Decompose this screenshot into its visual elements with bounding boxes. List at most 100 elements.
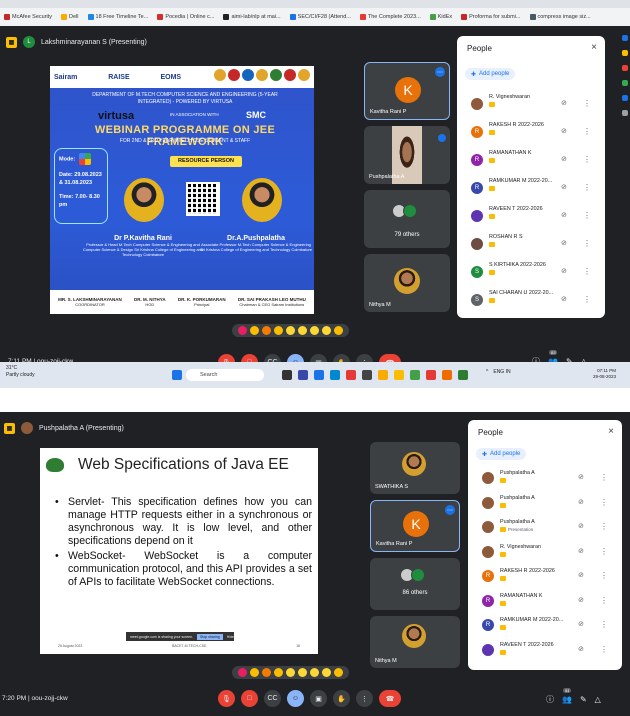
bookmark-item[interactable]: 18 Free Timeline Te... xyxy=(87,14,148,20)
participant-row[interactable]: ROSHAN R S ⊘ ⋮ xyxy=(457,230,605,258)
participant-row[interactable]: R RAMKUMAR M 2022-20... ⊘ ⋮ xyxy=(457,174,605,202)
app-icon[interactable] xyxy=(314,370,324,380)
participant-row[interactable]: Pushpalatha A ⊘ ⋮ xyxy=(468,466,622,491)
bookmark-item[interactable]: The Complete 2023... xyxy=(359,14,421,20)
people-icon[interactable]: 👥 91 xyxy=(562,688,572,704)
participant-row[interactable]: Pushpalatha A ⊘ ⋮ xyxy=(468,491,622,516)
others-tile[interactable]: 86 others xyxy=(370,558,460,610)
laugh-icon[interactable] xyxy=(286,668,295,677)
close-icon[interactable]: × xyxy=(591,42,597,53)
more-options-icon[interactable]: ⋮ xyxy=(600,572,608,580)
activities-icon[interactable]: △ xyxy=(595,695,601,704)
more-options-icon[interactable]: ⋮ xyxy=(583,128,591,136)
app-icon[interactable] xyxy=(298,370,308,380)
more-options-icon[interactable]: ⋮ xyxy=(600,645,608,654)
participant-row[interactable]: S S KIRTHIKA 2022-2026 ⊘ ⋮ xyxy=(457,258,605,286)
mic-off-icon[interactable]: ⊘ xyxy=(578,523,586,531)
more-options-icon[interactable]: ⋮ xyxy=(600,498,608,507)
app-icon[interactable] xyxy=(282,370,292,380)
more-options-icon[interactable]: ⋮ xyxy=(583,268,591,276)
party-icon[interactable] xyxy=(262,326,271,335)
clap-icon[interactable] xyxy=(274,326,283,335)
sidebar-icon[interactable] xyxy=(622,80,628,86)
mic-off-icon[interactable]: ⊘ xyxy=(578,597,586,605)
present-icon[interactable]: ▦ xyxy=(4,422,15,434)
participant-tile[interactable]: K ⋯ Kavitha Rani P xyxy=(364,62,450,120)
mic-off-icon[interactable]: 🎙 xyxy=(218,690,235,707)
mic-off-icon[interactable]: ⊘ xyxy=(578,646,586,654)
sidebar-icon[interactable] xyxy=(622,35,628,41)
more-options-icon[interactable]: ⋮ xyxy=(600,523,608,531)
others-tile[interactable]: 79 others xyxy=(364,190,450,248)
app-icon[interactable] xyxy=(426,370,436,380)
participant-tile[interactable]: SWATHIKA S xyxy=(370,442,460,494)
captions-icon[interactable]: CC xyxy=(264,690,281,707)
raise-hand-icon[interactable]: ✋ xyxy=(333,690,350,707)
participant-row[interactable]: R. Vigneshwaran ⊘ ⋮ xyxy=(457,90,605,118)
sad-icon[interactable] xyxy=(310,668,319,677)
present-now-icon[interactable]: ▣ xyxy=(310,690,327,707)
reactions-icon[interactable]: ☺ xyxy=(287,690,304,707)
participant-row[interactable]: R. Vigneshwaran ⊘ ⋮ xyxy=(468,540,622,565)
bookmark-item[interactable]: KidEx xyxy=(429,14,452,20)
add-people-button[interactable]: ✚ Add people xyxy=(476,448,527,460)
mic-off-icon[interactable]: ⊘ xyxy=(561,156,569,164)
bookmark-item[interactable]: compress image siz... xyxy=(529,14,591,20)
participant-tile[interactable]: K ⋯ Kavitha Rani P xyxy=(370,500,460,552)
clap-icon[interactable] xyxy=(274,668,283,677)
bookmark-item[interactable]: SEC/CI/F28 (Attend... xyxy=(289,14,351,20)
heart-icon[interactable] xyxy=(238,668,247,677)
app-icon[interactable] xyxy=(410,370,420,380)
thumbs-up-icon[interactable] xyxy=(250,326,259,335)
camera-off-icon[interactable]: □ xyxy=(241,690,258,707)
bookmark-item[interactable]: aimi-lab/nlp at mai... xyxy=(223,14,281,20)
taskbar-search[interactable]: Search xyxy=(186,369,264,381)
mic-off-icon[interactable]: ⊘ xyxy=(578,474,586,482)
mic-off-icon[interactable]: ⊘ xyxy=(561,240,569,248)
more-options-icon[interactable]: ⋮ xyxy=(583,184,591,192)
system-clock[interactable]: 07:11 PM 29-08-2023 xyxy=(593,368,616,380)
participant-tile[interactable]: Pushpalatha A xyxy=(364,126,450,184)
bookmark-item[interactable]: Proforma for submi... xyxy=(461,14,521,20)
close-icon[interactable]: × xyxy=(608,426,614,437)
tray-chevron-icon[interactable]: ^ xyxy=(486,369,488,375)
leave-call-icon[interactable]: ☎ xyxy=(379,690,401,707)
thumbs-up-icon[interactable] xyxy=(250,668,259,677)
participant-row[interactable]: S SAI CHARAN U 2022-20... ⊘ ⋮ xyxy=(457,286,605,314)
mic-off-icon[interactable]: ⊘ xyxy=(578,499,586,507)
app-icon[interactable] xyxy=(458,370,468,380)
thumbs-down-icon[interactable] xyxy=(334,326,343,335)
participant-tile[interactable]: Nithya M xyxy=(370,616,460,668)
app-icon[interactable] xyxy=(362,370,372,380)
more-options-icon[interactable]: ⋮ xyxy=(600,547,608,556)
more-options-icon[interactable]: ⋮ xyxy=(583,296,591,304)
participant-row[interactable]: R RAMANATHAN K ⊘ ⋮ xyxy=(457,146,605,174)
more-options-icon[interactable]: ⋮ xyxy=(583,212,591,220)
sad-icon[interactable] xyxy=(310,326,319,335)
stop-sharing-button[interactable]: Stop sharing xyxy=(197,633,223,640)
laugh-icon[interactable] xyxy=(286,326,295,335)
chat-icon[interactable]: ✎ xyxy=(580,695,587,704)
surprised-icon[interactable] xyxy=(298,326,307,335)
more-options-icon[interactable]: ⋮ xyxy=(600,621,608,629)
participant-row[interactable]: RAVEEN T 2022-2026 ⊘ ⋮ xyxy=(457,202,605,230)
surprised-icon[interactable] xyxy=(298,668,307,677)
add-icon[interactable] xyxy=(622,110,628,116)
start-icon[interactable] xyxy=(172,370,182,380)
participant-tile[interactable]: Nithya M xyxy=(364,254,450,312)
more-options-icon[interactable]: ⋮ xyxy=(600,596,608,605)
info-icon[interactable]: ⓘ xyxy=(546,694,554,705)
sidebar-icon[interactable] xyxy=(622,50,628,56)
weather-widget[interactable]: 31°C Partly cloudy xyxy=(6,365,35,378)
more-options-icon[interactable]: ⋮ xyxy=(600,474,608,482)
participant-row[interactable]: R RAMKUMAR M 2022-20... ⊘ ⋮ xyxy=(468,613,622,638)
participant-row[interactable]: R RAKESH R 2022-2026 ⊘ ⋮ xyxy=(457,118,605,146)
more-options-icon[interactable]: ⋯ xyxy=(435,67,445,77)
add-people-button[interactable]: ✚ Add people xyxy=(465,68,516,80)
thinking-icon[interactable] xyxy=(322,326,331,335)
bookmark-item[interactable]: Pocedia | Online c... xyxy=(157,14,214,20)
participant-row[interactable]: R RAMANATHAN K ⊘ ⋮ xyxy=(468,589,622,614)
participant-row[interactable]: Pushpalatha A Presentation ⊘ ⋮ xyxy=(468,515,622,540)
bookmark-item[interactable]: Dell xyxy=(61,14,79,20)
bookmark-item[interactable]: McAfee Security xyxy=(4,14,52,20)
